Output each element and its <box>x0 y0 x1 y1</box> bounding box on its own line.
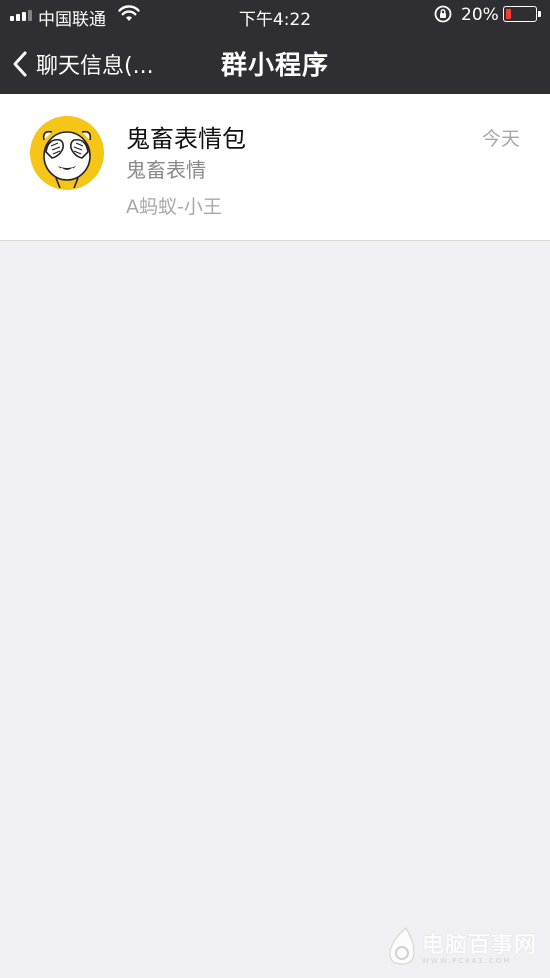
watermark-text: 电脑百事网 <box>422 933 538 958</box>
chevron-left-icon <box>13 51 27 77</box>
mini-program-title: 鬼畜表情包 <box>126 125 246 153</box>
status-bar: 中国联通 下午4:22 20% <box>0 0 550 30</box>
timestamp: 今天 <box>481 128 520 150</box>
shared-by-label: A蚂蚁-小王 <box>126 196 222 218</box>
battery-percentage: 20% <box>461 5 499 25</box>
mini-program-subtitle: 鬼畜表情 <box>126 158 206 182</box>
watermark: 电脑百事网 WWW.PC841.COM <box>384 926 537 966</box>
watermark-logo-icon <box>389 927 415 965</box>
back-button[interactable]: 聊天信息(... <box>10 48 154 80</box>
list-item[interactable]: 鬼畜表情包 鬼畜表情 A蚂蚁-小王 今天 <box>0 94 550 240</box>
orientation-lock-icon <box>434 5 452 23</box>
battery-cap <box>538 11 541 17</box>
back-label: 聊天信息(... <box>36 54 154 79</box>
cover-eyes-emoji-icon <box>30 116 104 190</box>
navigation-bar: 聊天信息(... 群小程序 <box>0 30 550 94</box>
mini-program-list: 鬼畜表情包 鬼畜表情 A蚂蚁-小王 今天 <box>0 94 550 241</box>
watermark-url: WWW.PC841.COM <box>422 957 512 965</box>
battery-icon <box>503 6 537 22</box>
